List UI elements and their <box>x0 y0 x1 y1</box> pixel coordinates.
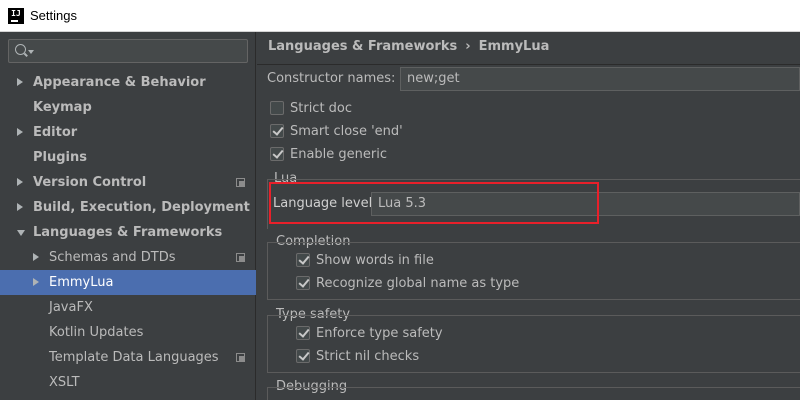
show-words-in-file-checkbox[interactable]: Show words in file <box>296 250 434 270</box>
sidebar-item-javafx[interactable]: JavaFX <box>0 295 256 320</box>
sidebar-item-plugins[interactable]: Plugins <box>0 145 256 170</box>
search-options-caret-icon[interactable] <box>28 50 34 54</box>
sidebar-item-label: Editor <box>33 125 78 140</box>
project-settings-icon <box>236 353 245 362</box>
sidebar-item-label: Keymap <box>33 100 92 115</box>
window-title: Settings <box>30 8 77 23</box>
sidebar-item-label: Appearance & Behavior <box>33 75 206 90</box>
sidebar-item-xslt[interactable]: XSLT <box>0 370 256 395</box>
recognize-global-name-checkbox[interactable]: Recognize global name as type <box>296 273 519 293</box>
sidebar-item-editor[interactable]: Editor <box>0 120 256 145</box>
breadcrumb-separator: › <box>465 39 471 54</box>
intellij-app-icon: IJ <box>8 7 24 24</box>
sidebar-item-kotlin-updates[interactable]: Kotlin Updates <box>0 320 256 345</box>
strict-doc-label: Strict doc <box>290 100 353 116</box>
sidebar-item-template-data-languages[interactable]: Template Data Languages <box>0 345 256 370</box>
sidebar-item-label: Kotlin Updates <box>49 325 144 340</box>
breadcrumb-parent: Languages & Frameworks <box>268 39 458 54</box>
chevron-right-icon[interactable] <box>33 253 39 261</box>
sidebar-item-label: JavaFX <box>49 300 93 315</box>
strict-nil-checks-checkbox[interactable]: Strict nil checks <box>296 346 419 366</box>
sidebar-item-label: XSLT <box>49 375 80 390</box>
sidebar-item-schemas-and-dtds[interactable]: Schemas and DTDs <box>0 245 256 270</box>
enforce-type-safety-checkbox[interactable]: Enforce type safety <box>296 323 443 343</box>
breadcrumb: Languages & Frameworks › EmmyLua <box>268 39 549 54</box>
red-highlight-box <box>269 182 599 224</box>
project-settings-icon <box>236 253 245 262</box>
chevron-right-icon[interactable] <box>17 203 23 211</box>
emmylua-settings-panel: Languages & Frameworks › EmmyLua Construct… <box>257 32 800 400</box>
chevron-right-icon[interactable] <box>17 128 23 136</box>
strict-doc-checkbox[interactable]: Strict doc <box>270 98 352 118</box>
settings-sidebar: Appearance & Behavior Keymap Editor Plugins… <box>0 32 256 400</box>
strict-doc-box[interactable] <box>270 101 284 115</box>
search-input[interactable] <box>8 39 248 63</box>
sidebar-item-label: Plugins <box>33 150 87 165</box>
settings-tree: Appearance & Behavior Keymap Editor Plugins… <box>0 70 256 395</box>
sidebar-item-build-execution-deployment[interactable]: Build, Execution, Deployment <box>0 195 256 220</box>
sidebar-item-keymap[interactable]: Keymap <box>0 95 256 120</box>
show-words-in-file-box[interactable] <box>296 253 310 267</box>
chevron-down-icon[interactable] <box>17 230 25 236</box>
debugging-group-border <box>267 387 800 400</box>
enforce-type-safety-label: Enforce type safety <box>316 325 443 341</box>
smart-close-end-box[interactable] <box>270 124 284 138</box>
enable-generic-checkbox[interactable]: Enable generic <box>270 144 387 164</box>
strict-nil-checks-box[interactable] <box>296 349 310 363</box>
enable-generic-label: Enable generic <box>290 146 388 162</box>
enable-generic-box[interactable] <box>270 147 284 161</box>
breadcrumb-current: EmmyLua <box>478 39 550 54</box>
chevron-right-icon[interactable] <box>17 78 23 86</box>
sidebar-item-label: Build, Execution, Deployment <box>33 200 250 215</box>
recognize-global-name-box[interactable] <box>296 276 310 290</box>
strict-nil-checks-label: Strict nil checks <box>316 348 420 364</box>
search-icon <box>15 44 26 55</box>
sidebar-item-emmylua[interactable]: EmmyLua <box>0 270 256 295</box>
sidebar-item-appearance-and-behavior[interactable]: Appearance & Behavior <box>0 70 256 95</box>
title-bar: IJ Settings <box>0 0 800 32</box>
sidebar-item-label: Version Control <box>33 175 147 190</box>
sidebar-item-label: Languages & Frameworks <box>33 225 223 240</box>
chevron-right-icon[interactable] <box>17 178 23 186</box>
header-divider <box>257 64 800 65</box>
sidebar-item-languages-and-frameworks[interactable]: Languages & Frameworks <box>0 220 256 245</box>
show-words-in-file-label: Show words in file <box>316 252 434 268</box>
smart-close-end-label: Smart close 'end' <box>290 123 403 139</box>
chevron-right-icon[interactable] <box>33 278 39 286</box>
constructor-names-input[interactable]: new;get <box>400 67 800 91</box>
sidebar-item-label: Schemas and DTDs <box>49 250 176 265</box>
sidebar-item-version-control[interactable]: Version Control <box>0 170 256 195</box>
enforce-type-safety-box[interactable] <box>296 326 310 340</box>
project-settings-icon <box>236 178 245 187</box>
smart-close-end-checkbox[interactable]: Smart close 'end' <box>270 121 403 141</box>
constructor-names-label: Constructor names: <box>267 71 396 86</box>
sidebar-item-label: EmmyLua <box>49 275 114 290</box>
recognize-global-name-label: Recognize global name as type <box>316 275 520 291</box>
sidebar-item-label: Template Data Languages <box>49 350 219 365</box>
